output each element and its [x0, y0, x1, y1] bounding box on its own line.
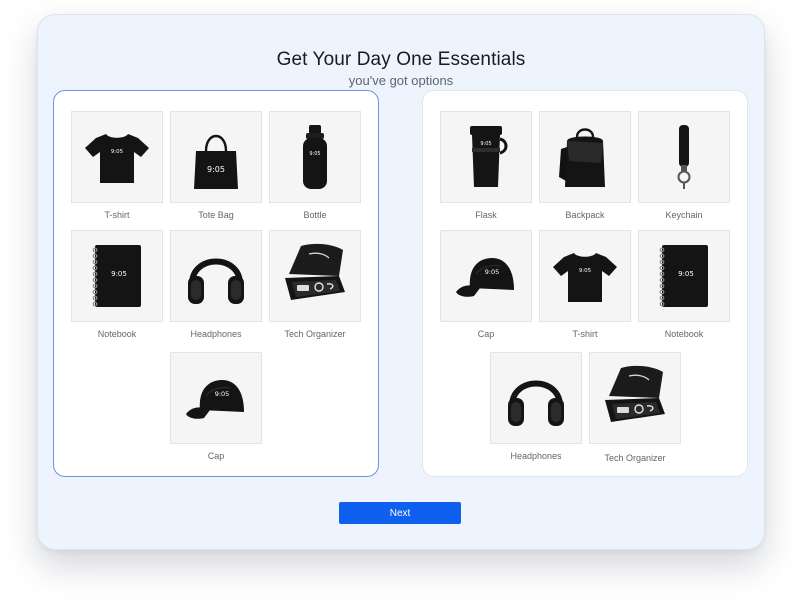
product-tile-tech-organizer: Tech Organizer	[589, 352, 681, 463]
product-image: 9:05	[440, 111, 532, 203]
product-image	[589, 352, 681, 444]
product-tile-backpack: Backpack	[539, 111, 631, 220]
product-tile-notebook: 9:05 Notebook	[638, 230, 730, 339]
tech-organizer-icon	[599, 362, 671, 434]
product-tile-tote-bag: 9:05 Tote Bag	[170, 111, 262, 220]
product-image: 9:05	[71, 111, 163, 203]
product-image: 9:05	[539, 230, 631, 322]
brand-logo: 9:05	[678, 270, 694, 278]
flask-icon: 9:05	[450, 121, 522, 193]
product-image	[539, 111, 631, 203]
brand-logo: 9:05	[579, 268, 592, 274]
tshirt-icon: 9:05	[81, 121, 153, 193]
notebook-icon: 9:05	[81, 240, 153, 312]
product-label: Cap	[477, 329, 495, 339]
product-tile-flask: 9:05 Flask	[440, 111, 532, 220]
brand-logo: 9:05	[215, 390, 230, 398]
product-image: 9:05	[71, 230, 163, 322]
product-tile-headphones: Headphones	[490, 352, 582, 461]
product-tile-tshirt: 9:05 T-shirt	[539, 230, 631, 339]
option-a-panel[interactable]: 9:05 T-shirt 9:05 Tote Bag 9:05 Bottle 9…	[53, 90, 379, 477]
product-image: 9:05	[638, 230, 730, 322]
product-label: T-shirt	[572, 329, 598, 339]
product-image	[170, 230, 262, 322]
option-b-panel[interactable]: 9:05 Flask Backpack Keychain 9:05 Cap 9:…	[422, 90, 748, 477]
tote-bag-icon: 9:05	[180, 121, 252, 193]
cap-icon: 9:05	[450, 240, 522, 312]
product-tile-headphones: Headphones	[170, 230, 262, 339]
product-label: Notebook	[97, 329, 137, 339]
product-label: Notebook	[664, 329, 704, 339]
brand-logo: 9:05	[207, 165, 225, 174]
notebook-icon: 9:05	[648, 240, 720, 312]
product-tile-keychain: Keychain	[638, 111, 730, 220]
brand-logo: 9:05	[309, 151, 320, 157]
product-image: 9:05	[440, 230, 532, 322]
headphones-icon	[500, 362, 572, 434]
headphones-icon	[180, 240, 252, 312]
product-label: Headphones	[510, 451, 562, 461]
page-title: Get Your Day One Essentials	[276, 49, 526, 70]
backpack-icon	[549, 121, 621, 193]
product-label: Headphones	[190, 329, 242, 339]
product-label: Backpack	[565, 210, 605, 220]
product-label: Tote Bag	[198, 210, 234, 220]
tshirt-icon: 9:05	[549, 240, 621, 312]
product-label: T-shirt	[104, 210, 130, 220]
product-tile-cap: 9:05 Cap	[170, 352, 262, 461]
tech-organizer-icon	[279, 240, 351, 312]
product-image	[638, 111, 730, 203]
product-label: Flask	[475, 210, 497, 220]
brand-logo: 9:05	[111, 149, 124, 155]
product-label: Tech Organizer	[604, 453, 666, 463]
product-label: Bottle	[303, 210, 327, 220]
product-tile-tshirt: 9:05 T-shirt	[71, 111, 163, 220]
brand-logo: 9:05	[480, 141, 491, 147]
product-image: 9:05	[170, 111, 262, 203]
keychain-icon	[648, 121, 720, 193]
next-button[interactable]: Next	[339, 502, 461, 524]
product-tile-notebook: 9:05 Notebook	[71, 230, 163, 339]
product-label: Tech Organizer	[284, 329, 346, 339]
product-image	[490, 352, 582, 444]
product-image	[269, 230, 361, 322]
product-label: Keychain	[665, 210, 703, 220]
product-image: 9:05	[170, 352, 262, 444]
product-tile-bottle: 9:05 Bottle	[269, 111, 361, 220]
product-tile-tech-organizer: Tech Organizer	[269, 230, 361, 339]
bottle-icon: 9:05	[279, 121, 351, 193]
brand-logo: 9:05	[111, 270, 127, 278]
product-image: 9:05	[269, 111, 361, 203]
page-subtitle: you've got options	[348, 73, 454, 88]
brand-logo: 9:05	[485, 268, 500, 276]
cap-icon: 9:05	[180, 362, 252, 434]
product-tile-cap: 9:05 Cap	[440, 230, 532, 339]
product-label: Cap	[207, 451, 225, 461]
